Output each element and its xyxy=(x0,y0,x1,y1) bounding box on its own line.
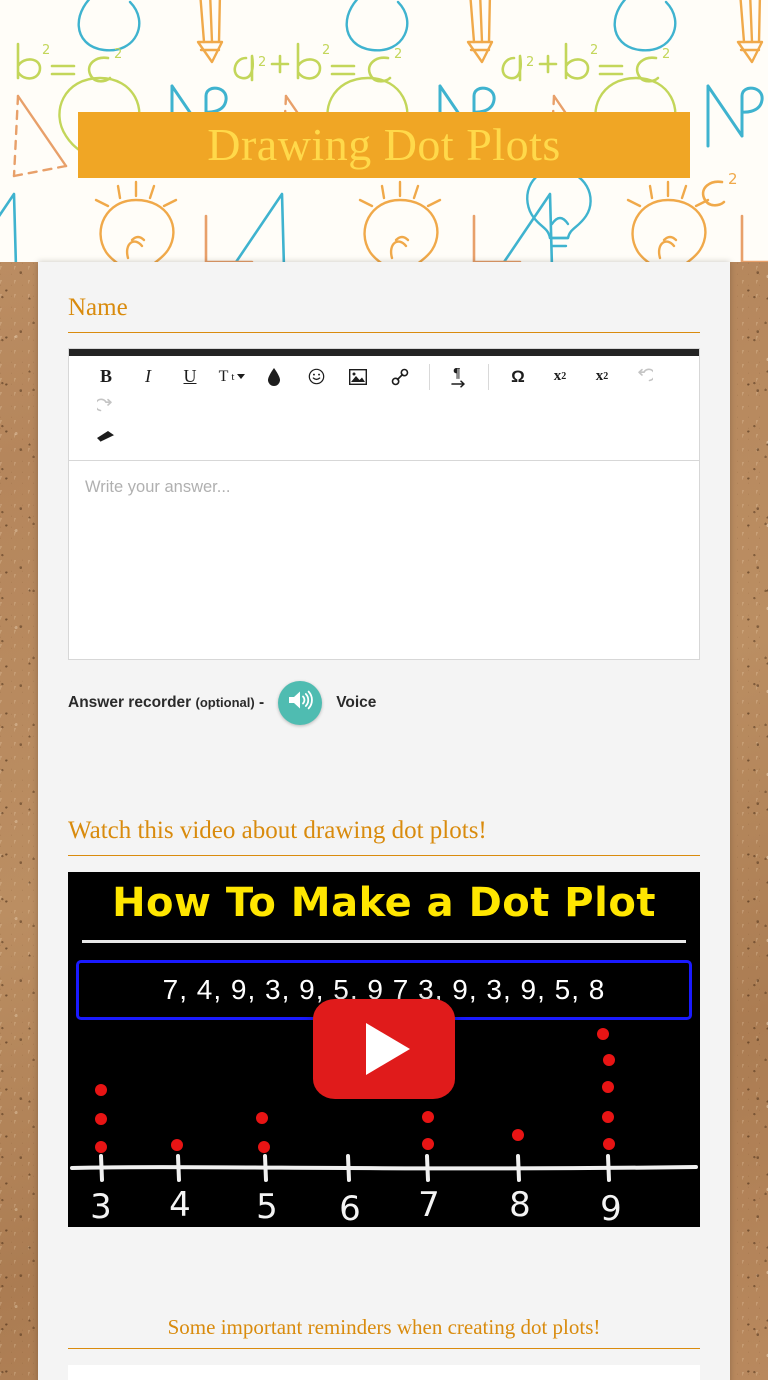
speaker-icon xyxy=(287,689,313,716)
svg-text:2: 2 xyxy=(728,170,738,188)
editor-top-bar xyxy=(69,348,699,356)
svg-text:¶: ¶ xyxy=(453,366,461,381)
undo-icon[interactable] xyxy=(623,362,665,392)
play-triangle-icon xyxy=(366,1023,410,1075)
eraser-icon[interactable] xyxy=(85,422,127,452)
image-icon[interactable] xyxy=(337,362,379,392)
answer-placeholder: Write your answer... xyxy=(85,477,231,496)
emoji-icon[interactable] xyxy=(295,362,337,392)
toolbar-row-secondary xyxy=(85,422,683,452)
svg-text:2: 2 xyxy=(590,43,598,58)
toolbar-row-primary: B I U Tt ¶ Ω x 2 x 2 xyxy=(85,362,683,422)
answer-recorder-optional: (optional) xyxy=(195,694,255,710)
text-size-icon[interactable]: Tt xyxy=(211,362,253,392)
svg-text:2: 2 xyxy=(258,55,266,70)
svg-text:2: 2 xyxy=(42,43,50,58)
subscript-icon[interactable]: x2 xyxy=(539,362,581,392)
svg-text:2: 2 xyxy=(662,47,670,62)
page-title-band: Drawing Dot Plots xyxy=(78,112,690,178)
paragraph-indent-icon[interactable]: ¶ xyxy=(438,362,480,392)
svg-text:6: 6 xyxy=(339,1189,361,1227)
toolbar-divider-1 xyxy=(429,363,430,390)
toolbar-divider-2 xyxy=(488,363,489,390)
header-banner: 2 2 2 2 2 2 2 2 2 Drawing Dot Plots xyxy=(0,0,768,262)
voice-recorder-button[interactable] xyxy=(278,680,323,725)
editor-toolbar: B I U Tt ¶ Ω x 2 x 2 xyxy=(69,355,699,461)
section-spacer-2 xyxy=(68,1227,700,1283)
page-title: Drawing Dot Plots xyxy=(207,119,561,170)
svg-text:3: 3 xyxy=(90,1187,112,1227)
link-icon[interactable] xyxy=(379,362,421,392)
svg-text:7: 7 xyxy=(418,1185,440,1225)
worksheet-card: Name B I U Tt ¶ Ω x 2 x 2 Write your ans… xyxy=(38,262,730,1380)
voice-label: Voice xyxy=(336,693,377,711)
redo-icon[interactable] xyxy=(85,392,127,422)
play-button[interactable] xyxy=(313,999,455,1099)
svg-text:2: 2 xyxy=(394,47,402,62)
svg-text:2: 2 xyxy=(526,55,534,70)
svg-text:9: 9 xyxy=(600,1189,622,1227)
name-section-heading: Name xyxy=(68,262,700,333)
answer-recorder-text: Answer recorder xyxy=(68,693,192,711)
answer-recorder-dash: - xyxy=(259,693,265,711)
underline-icon[interactable]: U xyxy=(169,362,211,392)
reminders-card: In order for dot plots to be read correc… xyxy=(68,1364,700,1380)
video-section-heading: Watch this video about drawing dot plots… xyxy=(68,785,700,856)
svg-text:2: 2 xyxy=(322,43,330,58)
bold-icon[interactable]: B xyxy=(85,362,127,392)
svg-text:8: 8 xyxy=(509,1185,531,1225)
superscript-icon[interactable]: x2 xyxy=(581,362,623,392)
text-color-droplet-icon[interactable] xyxy=(253,362,295,392)
svg-text:4: 4 xyxy=(169,1185,191,1225)
svg-text:5: 5 xyxy=(256,1187,278,1227)
answer-recorder-row: Answer recorder (optional) - Voice xyxy=(68,680,700,729)
answer-editor: B I U Tt ¶ Ω x 2 x 2 Write your answer..… xyxy=(68,347,700,660)
youtube-video-thumbnail[interactable]: How To Make a Dot Plot 7, 4, 9, 3, 9, 5,… xyxy=(68,871,700,1227)
reminders-section-heading: Some important reminders when creating d… xyxy=(68,1283,700,1349)
answer-recorder-label: Answer recorder (optional) - xyxy=(68,694,264,712)
italic-icon[interactable]: I xyxy=(127,362,169,392)
video-title-underline xyxy=(82,939,686,943)
answer-input[interactable]: Write your answer... xyxy=(69,460,699,659)
special-character-icon[interactable]: Ω xyxy=(497,362,539,392)
svg-text:2: 2 xyxy=(114,47,122,62)
video-thumbnail-title: How To Make a Dot Plot xyxy=(112,879,656,926)
